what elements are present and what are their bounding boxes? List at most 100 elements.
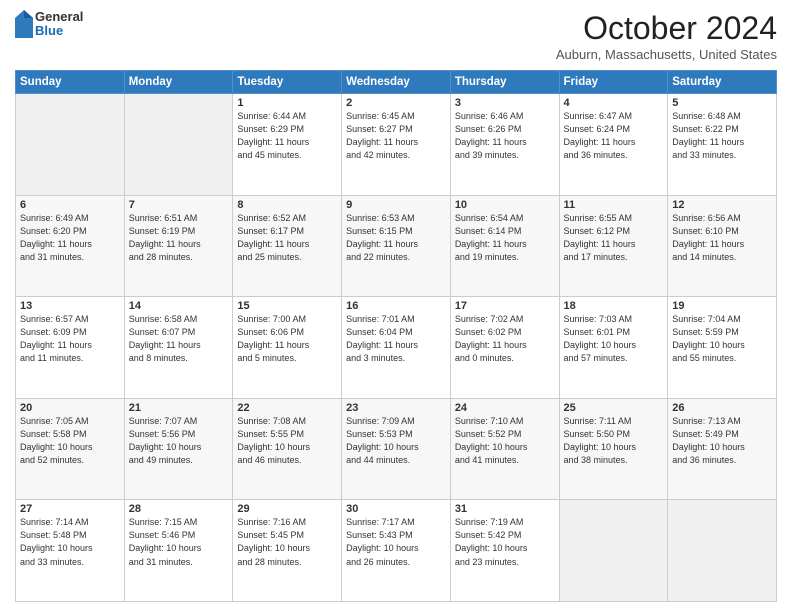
- logo-text: General Blue: [35, 10, 83, 39]
- calendar-cell: 24Sunrise: 7:10 AM Sunset: 5:52 PM Dayli…: [450, 398, 559, 500]
- calendar-cell: 18Sunrise: 7:03 AM Sunset: 6:01 PM Dayli…: [559, 297, 668, 399]
- day-info: Sunrise: 6:47 AM Sunset: 6:24 PM Dayligh…: [564, 110, 664, 162]
- page: General Blue October 2024 Auburn, Massac…: [0, 0, 792, 612]
- day-info: Sunrise: 6:54 AM Sunset: 6:14 PM Dayligh…: [455, 212, 555, 264]
- day-info: Sunrise: 6:52 AM Sunset: 6:17 PM Dayligh…: [237, 212, 337, 264]
- day-of-week-saturday: Saturday: [668, 71, 777, 94]
- day-of-week-thursday: Thursday: [450, 71, 559, 94]
- day-of-week-sunday: Sunday: [16, 71, 125, 94]
- day-info: Sunrise: 7:19 AM Sunset: 5:42 PM Dayligh…: [455, 516, 555, 568]
- calendar-cell: 17Sunrise: 7:02 AM Sunset: 6:02 PM Dayli…: [450, 297, 559, 399]
- calendar-cell: 21Sunrise: 7:07 AM Sunset: 5:56 PM Dayli…: [124, 398, 233, 500]
- day-info: Sunrise: 7:13 AM Sunset: 5:49 PM Dayligh…: [672, 415, 772, 467]
- day-info: Sunrise: 7:08 AM Sunset: 5:55 PM Dayligh…: [237, 415, 337, 467]
- day-number: 20: [20, 402, 120, 414]
- header: General Blue October 2024 Auburn, Massac…: [15, 10, 777, 62]
- day-number: 21: [129, 402, 229, 414]
- day-number: 8: [237, 199, 337, 211]
- day-number: 7: [129, 199, 229, 211]
- calendar-cell: 10Sunrise: 6:54 AM Sunset: 6:14 PM Dayli…: [450, 195, 559, 297]
- calendar-week-row: 27Sunrise: 7:14 AM Sunset: 5:48 PM Dayli…: [16, 500, 777, 602]
- day-number: 11: [564, 199, 664, 211]
- day-number: 12: [672, 199, 772, 211]
- calendar-table: SundayMondayTuesdayWednesdayThursdayFrid…: [15, 70, 777, 602]
- day-number: 29: [237, 503, 337, 515]
- day-info: Sunrise: 6:46 AM Sunset: 6:26 PM Dayligh…: [455, 110, 555, 162]
- calendar-cell: [16, 94, 125, 196]
- day-number: 10: [455, 199, 555, 211]
- day-number: 17: [455, 300, 555, 312]
- calendar-cell: 26Sunrise: 7:13 AM Sunset: 5:49 PM Dayli…: [668, 398, 777, 500]
- calendar-cell: 22Sunrise: 7:08 AM Sunset: 5:55 PM Dayli…: [233, 398, 342, 500]
- calendar-cell: 20Sunrise: 7:05 AM Sunset: 5:58 PM Dayli…: [16, 398, 125, 500]
- day-number: 2: [346, 97, 446, 109]
- calendar-cell: 1Sunrise: 6:44 AM Sunset: 6:29 PM Daylig…: [233, 94, 342, 196]
- day-info: Sunrise: 6:44 AM Sunset: 6:29 PM Dayligh…: [237, 110, 337, 162]
- day-number: 15: [237, 300, 337, 312]
- day-number: 24: [455, 402, 555, 414]
- calendar-cell: 19Sunrise: 7:04 AM Sunset: 5:59 PM Dayli…: [668, 297, 777, 399]
- calendar-cell: [559, 500, 668, 602]
- day-info: Sunrise: 7:01 AM Sunset: 6:04 PM Dayligh…: [346, 313, 446, 365]
- day-info: Sunrise: 7:14 AM Sunset: 5:48 PM Dayligh…: [20, 516, 120, 568]
- day-info: Sunrise: 7:16 AM Sunset: 5:45 PM Dayligh…: [237, 516, 337, 568]
- day-info: Sunrise: 6:57 AM Sunset: 6:09 PM Dayligh…: [20, 313, 120, 365]
- day-number: 30: [346, 503, 446, 515]
- calendar-cell: 5Sunrise: 6:48 AM Sunset: 6:22 PM Daylig…: [668, 94, 777, 196]
- calendar-cell: 27Sunrise: 7:14 AM Sunset: 5:48 PM Dayli…: [16, 500, 125, 602]
- calendar-cell: 4Sunrise: 6:47 AM Sunset: 6:24 PM Daylig…: [559, 94, 668, 196]
- day-info: Sunrise: 6:53 AM Sunset: 6:15 PM Dayligh…: [346, 212, 446, 264]
- calendar-week-row: 13Sunrise: 6:57 AM Sunset: 6:09 PM Dayli…: [16, 297, 777, 399]
- calendar-cell: 16Sunrise: 7:01 AM Sunset: 6:04 PM Dayli…: [342, 297, 451, 399]
- day-number: 18: [564, 300, 664, 312]
- day-info: Sunrise: 7:07 AM Sunset: 5:56 PM Dayligh…: [129, 415, 229, 467]
- calendar-week-row: 20Sunrise: 7:05 AM Sunset: 5:58 PM Dayli…: [16, 398, 777, 500]
- day-number: 9: [346, 199, 446, 211]
- day-info: Sunrise: 6:48 AM Sunset: 6:22 PM Dayligh…: [672, 110, 772, 162]
- calendar-cell: 25Sunrise: 7:11 AM Sunset: 5:50 PM Dayli…: [559, 398, 668, 500]
- day-info: Sunrise: 7:17 AM Sunset: 5:43 PM Dayligh…: [346, 516, 446, 568]
- day-info: Sunrise: 7:05 AM Sunset: 5:58 PM Dayligh…: [20, 415, 120, 467]
- calendar-cell: [124, 94, 233, 196]
- location: Auburn, Massachusetts, United States: [556, 47, 777, 62]
- calendar-cell: 8Sunrise: 6:52 AM Sunset: 6:17 PM Daylig…: [233, 195, 342, 297]
- calendar-week-row: 1Sunrise: 6:44 AM Sunset: 6:29 PM Daylig…: [16, 94, 777, 196]
- day-info: Sunrise: 6:49 AM Sunset: 6:20 PM Dayligh…: [20, 212, 120, 264]
- calendar-cell: 6Sunrise: 6:49 AM Sunset: 6:20 PM Daylig…: [16, 195, 125, 297]
- day-of-week-monday: Monday: [124, 71, 233, 94]
- day-number: 31: [455, 503, 555, 515]
- calendar-cell: 3Sunrise: 6:46 AM Sunset: 6:26 PM Daylig…: [450, 94, 559, 196]
- calendar-cell: 9Sunrise: 6:53 AM Sunset: 6:15 PM Daylig…: [342, 195, 451, 297]
- day-info: Sunrise: 7:00 AM Sunset: 6:06 PM Dayligh…: [237, 313, 337, 365]
- day-number: 28: [129, 503, 229, 515]
- day-of-week-tuesday: Tuesday: [233, 71, 342, 94]
- day-info: Sunrise: 6:56 AM Sunset: 6:10 PM Dayligh…: [672, 212, 772, 264]
- calendar-cell: 31Sunrise: 7:19 AM Sunset: 5:42 PM Dayli…: [450, 500, 559, 602]
- calendar-cell: 13Sunrise: 6:57 AM Sunset: 6:09 PM Dayli…: [16, 297, 125, 399]
- calendar-cell: 30Sunrise: 7:17 AM Sunset: 5:43 PM Dayli…: [342, 500, 451, 602]
- day-number: 4: [564, 97, 664, 109]
- day-number: 19: [672, 300, 772, 312]
- day-info: Sunrise: 7:09 AM Sunset: 5:53 PM Dayligh…: [346, 415, 446, 467]
- day-info: Sunrise: 6:55 AM Sunset: 6:12 PM Dayligh…: [564, 212, 664, 264]
- day-info: Sunrise: 7:02 AM Sunset: 6:02 PM Dayligh…: [455, 313, 555, 365]
- logo-icon: [15, 10, 33, 38]
- day-info: Sunrise: 7:15 AM Sunset: 5:46 PM Dayligh…: [129, 516, 229, 568]
- day-info: Sunrise: 7:03 AM Sunset: 6:01 PM Dayligh…: [564, 313, 664, 365]
- calendar-cell: 7Sunrise: 6:51 AM Sunset: 6:19 PM Daylig…: [124, 195, 233, 297]
- calendar-cell: 28Sunrise: 7:15 AM Sunset: 5:46 PM Dayli…: [124, 500, 233, 602]
- day-info: Sunrise: 7:04 AM Sunset: 5:59 PM Dayligh…: [672, 313, 772, 365]
- day-number: 27: [20, 503, 120, 515]
- day-info: Sunrise: 6:58 AM Sunset: 6:07 PM Dayligh…: [129, 313, 229, 365]
- day-number: 16: [346, 300, 446, 312]
- day-number: 13: [20, 300, 120, 312]
- title-block: October 2024 Auburn, Massachusetts, Unit…: [556, 10, 777, 62]
- calendar-cell: 29Sunrise: 7:16 AM Sunset: 5:45 PM Dayli…: [233, 500, 342, 602]
- day-of-week-wednesday: Wednesday: [342, 71, 451, 94]
- day-info: Sunrise: 6:45 AM Sunset: 6:27 PM Dayligh…: [346, 110, 446, 162]
- calendar-cell: 12Sunrise: 6:56 AM Sunset: 6:10 PM Dayli…: [668, 195, 777, 297]
- month-title: October 2024: [556, 10, 777, 47]
- calendar-cell: 2Sunrise: 6:45 AM Sunset: 6:27 PM Daylig…: [342, 94, 451, 196]
- calendar-cell: 15Sunrise: 7:00 AM Sunset: 6:06 PM Dayli…: [233, 297, 342, 399]
- day-number: 25: [564, 402, 664, 414]
